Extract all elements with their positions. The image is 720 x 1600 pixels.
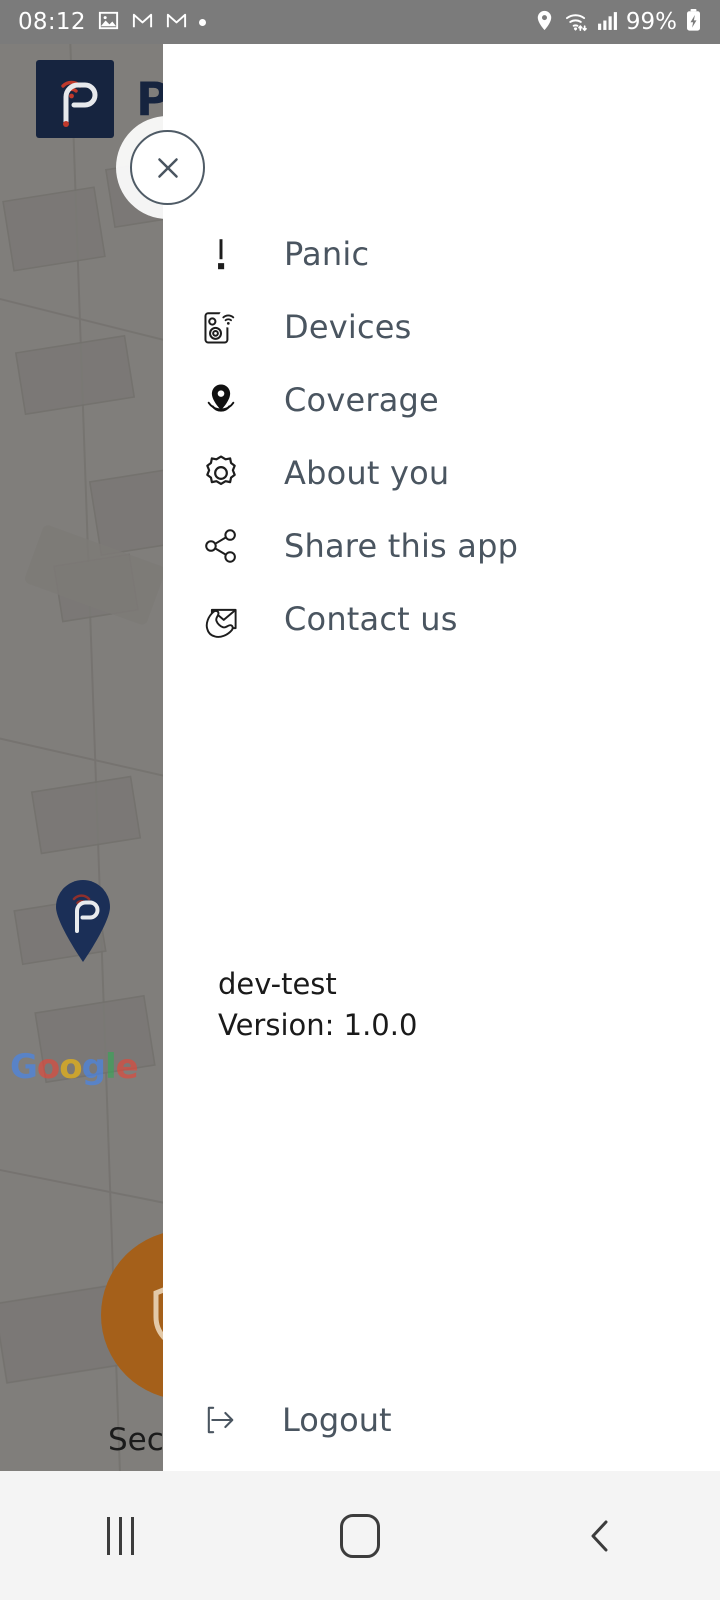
home-icon (340, 1513, 380, 1558)
gmail-icon (131, 9, 154, 36)
menu-item-label: Devices (284, 307, 412, 346)
menu-item-share-this-app[interactable]: Share this app (163, 509, 720, 582)
security-fab-label: Sec (108, 1422, 164, 1458)
battery-percent-label: 99% (625, 9, 677, 35)
close-drawer-button[interactable] (130, 130, 205, 205)
nav-back-button[interactable] (480, 1471, 720, 1600)
menu-item-label: About you (284, 453, 450, 492)
image-icon (97, 9, 120, 36)
battery-charging-icon (685, 8, 702, 36)
location-pin-signal-icon (198, 377, 244, 423)
g-letter-1: G (10, 1047, 38, 1087)
menu-item-panic[interactable]: Panic (163, 217, 720, 290)
recents-icon (106, 1516, 134, 1555)
status-bar-clock: 08:12 (18, 9, 86, 35)
menu-item-about-you[interactable]: About you (163, 436, 720, 509)
logout-button[interactable]: Logout (163, 1397, 720, 1443)
g-letter-5: l (104, 1047, 117, 1087)
gear-icon (198, 450, 244, 496)
g-letter-3: o (59, 1047, 82, 1087)
back-chevron-icon (591, 1520, 608, 1551)
drawer-menu-list: Panic Devices Coverage About you Share t… (163, 44, 720, 655)
status-bar-left: 08:12 (18, 9, 206, 36)
menu-item-label: Panic (284, 234, 370, 273)
google-attribution: Google (10, 1047, 139, 1087)
version-info: dev-test Version: 1.0.0 (218, 964, 417, 1046)
menu-item-label: Share this app (284, 526, 519, 565)
navigation-drawer: Panic Devices Coverage About you Share t… (163, 44, 720, 1471)
phone-screen: P Google Sec Panic Devices Coverage Abou… (0, 0, 720, 1600)
menu-item-devices[interactable]: Devices (163, 290, 720, 363)
android-status-bar: 08:12 99% (0, 0, 720, 44)
g-letter-4: g (81, 1047, 106, 1087)
g-letter-6: e (115, 1047, 139, 1087)
dot-icon (198, 18, 206, 26)
menu-item-label: Contact us (284, 599, 458, 638)
menu-item-coverage[interactable]: Coverage (163, 363, 720, 436)
logout-arrow-icon (198, 1397, 244, 1443)
menu-item-contact-us[interactable]: Contact us (163, 582, 720, 655)
map-location-pin[interactable] (52, 877, 114, 963)
envelope-phone-icon (198, 596, 244, 642)
logout-label: Logout (282, 1401, 392, 1439)
wifi-icon (564, 9, 589, 36)
app-logo-icon (36, 60, 114, 138)
gmail-icon (165, 9, 188, 36)
menu-item-label: Coverage (284, 380, 439, 419)
cellular-signal-icon (597, 10, 618, 35)
environment-name: dev-test (218, 967, 337, 1001)
device-wifi-icon (198, 304, 244, 350)
android-navigation-bar (0, 1471, 720, 1600)
version-number: Version: 1.0.0 (218, 1008, 418, 1043)
status-bar-right: 99% (533, 8, 702, 36)
g-letter-2: o (36, 1047, 60, 1087)
nav-recents-button[interactable] (0, 1471, 240, 1600)
close-icon (157, 157, 178, 178)
share-nodes-icon (198, 523, 244, 569)
location-icon (533, 9, 556, 36)
nav-home-button[interactable] (240, 1471, 480, 1600)
exclamation-mark-icon (198, 231, 244, 277)
